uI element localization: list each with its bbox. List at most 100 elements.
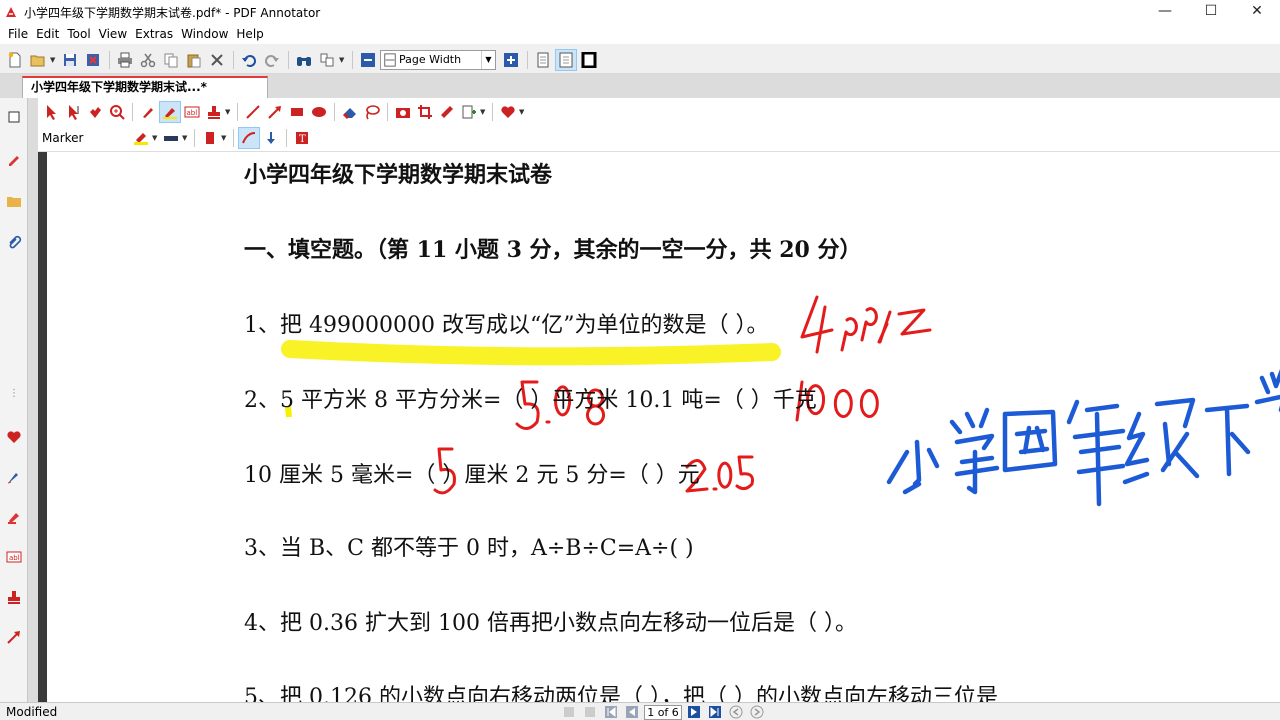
history-forward-button[interactable] bbox=[581, 705, 599, 720]
stamp-tool-button[interactable] bbox=[203, 101, 225, 123]
single-page-button[interactable] bbox=[532, 49, 554, 71]
zoom-tool-button[interactable] bbox=[106, 101, 128, 123]
sidebar-pen-button[interactable] bbox=[3, 466, 25, 488]
sidebar-annotations-button[interactable] bbox=[3, 148, 25, 170]
maximize-button[interactable]: ☐ bbox=[1188, 0, 1234, 24]
toolbar-separator bbox=[233, 50, 234, 69]
chevron-down-icon[interactable]: ▼ bbox=[480, 108, 488, 116]
zoom-in-button[interactable] bbox=[500, 49, 522, 71]
paperclip-icon bbox=[9, 235, 22, 249]
menu-file[interactable]: File bbox=[4, 27, 32, 41]
save-as-button[interactable] bbox=[82, 49, 104, 71]
chevron-down-icon[interactable]: ▼ bbox=[519, 108, 527, 116]
sidebar-text-button[interactable]: abl bbox=[3, 546, 25, 568]
redo-button[interactable] bbox=[261, 49, 283, 71]
first-page-button[interactable] bbox=[602, 705, 620, 720]
pen-tool-button[interactable] bbox=[137, 101, 159, 123]
text-tool-button[interactable]: abl bbox=[181, 101, 203, 123]
tab-document[interactable]: 小学四年级下学期数学期末试...* bbox=[22, 76, 268, 98]
history-back-button[interactable] bbox=[560, 705, 578, 720]
page-layout-dropdown[interactable]: ▼ bbox=[339, 49, 347, 71]
zoom-out-button[interactable] bbox=[357, 49, 379, 71]
lasso-tool-button[interactable] bbox=[361, 101, 383, 123]
ellipse-tool-button[interactable] bbox=[308, 101, 330, 123]
fullscreen-button[interactable] bbox=[578, 49, 600, 71]
zoom-select[interactable]: Page Width ▼ bbox=[380, 49, 496, 70]
chevron-down-icon[interactable]: ▼ bbox=[225, 108, 233, 116]
eraser-tool-button[interactable] bbox=[339, 101, 361, 123]
main-toolbar: ▼ ▼ Page Width ▼ bbox=[0, 46, 1280, 74]
hand-tool-button[interactable] bbox=[84, 101, 106, 123]
blue-handwriting[interactable] bbox=[886, 368, 1280, 507]
save-button[interactable] bbox=[59, 49, 81, 71]
sidebar-favorites-button[interactable] bbox=[3, 426, 25, 448]
minus-icon bbox=[361, 52, 375, 67]
print-button[interactable] bbox=[114, 49, 136, 71]
delete-button[interactable] bbox=[206, 49, 228, 71]
text-select-tool-button[interactable] bbox=[62, 101, 84, 123]
left-sidebar: ⋮ abl bbox=[0, 98, 28, 702]
minimize-button[interactable]: — bbox=[1142, 0, 1188, 24]
paste-button[interactable] bbox=[183, 49, 205, 71]
marker-color-button[interactable] bbox=[130, 127, 152, 149]
pages-icon bbox=[320, 53, 334, 66]
select-tool-button[interactable] bbox=[40, 101, 62, 123]
insert-page-icon bbox=[462, 105, 476, 119]
favorites-button[interactable] bbox=[497, 101, 519, 123]
forward-button[interactable] bbox=[748, 705, 766, 720]
next-page-button[interactable] bbox=[685, 705, 703, 720]
close-button[interactable]: ✕ bbox=[1234, 0, 1280, 24]
cut-button[interactable] bbox=[137, 49, 159, 71]
back-button[interactable] bbox=[727, 705, 745, 720]
font-button[interactable]: T bbox=[291, 127, 313, 149]
snapshot-tool-button[interactable] bbox=[392, 101, 414, 123]
previous-page-button[interactable] bbox=[623, 705, 641, 720]
menu-window[interactable]: Window bbox=[177, 27, 232, 41]
sidebar-pages-button[interactable] bbox=[3, 106, 25, 128]
marker-tool-button[interactable] bbox=[159, 101, 181, 123]
toolbar-separator bbox=[492, 103, 493, 121]
open-button[interactable] bbox=[27, 49, 49, 71]
menu-view[interactable]: View bbox=[95, 27, 131, 41]
sidebar-stamp-button[interactable] bbox=[3, 586, 25, 608]
chevron-down-icon: ▼ bbox=[481, 50, 495, 69]
insert-page-button[interactable] bbox=[458, 101, 480, 123]
menu-edit[interactable]: Edit bbox=[32, 27, 63, 41]
copy-button[interactable] bbox=[160, 49, 182, 71]
line-width-button[interactable] bbox=[160, 127, 182, 149]
sidebar-bookmarks-button[interactable] bbox=[3, 190, 25, 212]
arrow-tool-button[interactable] bbox=[264, 101, 286, 123]
sidebar-arrow-button[interactable] bbox=[3, 626, 25, 648]
menu-extras[interactable]: Extras bbox=[131, 27, 177, 41]
new-document-button[interactable] bbox=[4, 49, 26, 71]
sidebar-attachments-button[interactable] bbox=[3, 232, 25, 254]
chevron-down-icon[interactable]: ▼ bbox=[182, 134, 190, 142]
fit-page-button[interactable] bbox=[555, 48, 577, 71]
find-button[interactable] bbox=[293, 49, 315, 71]
sidebar-marker-button[interactable] bbox=[3, 506, 25, 528]
question-line-2b: 10 厘米 5 毫米=（ ）厘米 2 元 5 分=（ ）元 bbox=[244, 463, 700, 488]
toolbar-separator bbox=[288, 50, 289, 69]
pdf-page[interactable]: 小学四年级下学期数学期末试卷 一、填空题。（第 11 小题 3 分，其余的一空一… bbox=[47, 152, 1280, 702]
open-dropdown[interactable]: ▼ bbox=[50, 49, 58, 71]
chevron-down-icon[interactable]: ▼ bbox=[221, 134, 229, 142]
menu-tool[interactable]: Tool bbox=[63, 27, 94, 41]
straighten-button[interactable] bbox=[260, 127, 282, 149]
yellow-highlight[interactable] bbox=[281, 340, 781, 366]
page-number-field[interactable]: 1 of 6 bbox=[644, 704, 682, 720]
page-layout-button[interactable] bbox=[316, 49, 338, 71]
rectangle-tool-button[interactable] bbox=[286, 101, 308, 123]
ruler-tool-button[interactable] bbox=[436, 101, 458, 123]
crop-tool-button[interactable] bbox=[414, 101, 436, 123]
line-tool-button[interactable] bbox=[242, 101, 264, 123]
last-page-button[interactable] bbox=[706, 705, 724, 720]
toolbar-separator bbox=[233, 129, 234, 147]
chevron-down-icon[interactable]: ▼ bbox=[152, 134, 160, 142]
smooth-stroke-button[interactable] bbox=[238, 127, 260, 149]
undo-button[interactable] bbox=[238, 49, 260, 71]
menu-help[interactable]: Help bbox=[232, 27, 267, 41]
opacity-button[interactable] bbox=[199, 127, 221, 149]
sidebar-grip[interactable]: ⋮ bbox=[0, 388, 28, 408]
current-tool-label: Marker bbox=[42, 131, 84, 145]
svg-text:T: T bbox=[299, 134, 306, 145]
